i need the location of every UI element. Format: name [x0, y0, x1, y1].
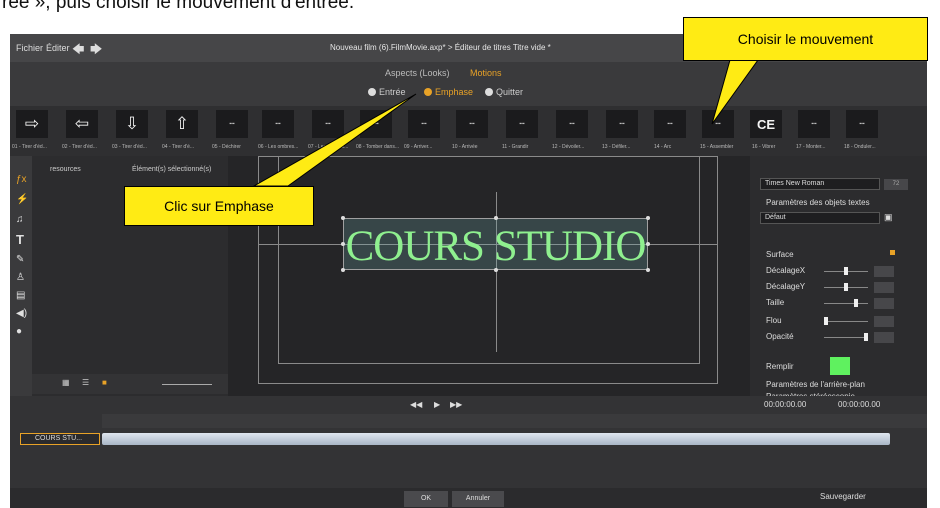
emphase-pointer	[252, 93, 417, 187]
screenshot-stage: rée », puis choisir le mouvement d'entré…	[0, 0, 940, 508]
callout-click-emphase: Clic sur Emphase	[124, 186, 314, 226]
callout-pointers	[252, 59, 759, 187]
motion-pointer	[711, 59, 759, 125]
callout-choose-motion: Choisir le mouvement	[683, 17, 928, 61]
